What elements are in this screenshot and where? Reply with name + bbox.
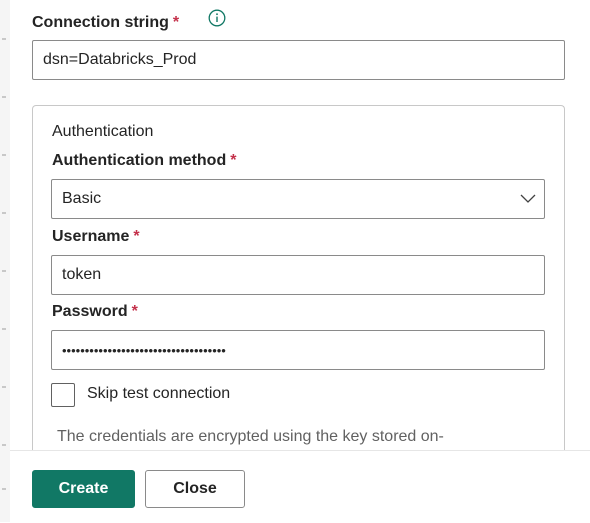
required-marker: * — [230, 152, 237, 169]
required-marker: * — [131, 303, 138, 320]
connection-string-label: Connection string * — [32, 14, 179, 32]
password-input[interactable]: •••••••••••••••••••••••••••••••••••• — [51, 330, 545, 370]
password-masked-value: •••••••••••••••••••••••••••••••••••• — [62, 342, 226, 358]
chevron-down-icon — [520, 194, 536, 203]
close-button[interactable]: Close — [145, 470, 245, 508]
username-label: Username * — [52, 228, 140, 246]
connection-string-value: dsn=Databricks_Prod — [43, 51, 197, 68]
authentication-method-selected: Basic — [62, 190, 102, 207]
password-label-text: Password — [52, 303, 128, 320]
info-icon[interactable] — [208, 9, 226, 27]
connection-string-input[interactable]: dsn=Databricks_Prod — [32, 40, 565, 80]
credentials-description: The credentials are encrypted using the … — [57, 428, 444, 445]
required-marker: * — [133, 228, 140, 245]
authentication-method-select[interactable]: Basic — [51, 179, 545, 219]
username-input[interactable]: token — [51, 255, 545, 295]
skip-test-connection-checkbox[interactable] — [51, 383, 75, 407]
background-panel-edge — [0, 0, 10, 522]
required-marker: * — [172, 14, 180, 31]
username-value: token — [62, 266, 102, 283]
authentication-method-label: Authentication method * — [52, 152, 236, 170]
connection-string-label-text: Connection string — [32, 14, 169, 31]
password-label: Password * — [52, 303, 138, 321]
username-label-text: Username — [52, 228, 130, 245]
authentication-method-label-text: Authentication method — [52, 152, 227, 169]
create-button[interactable]: Create — [32, 470, 135, 508]
authentication-section-title: Authentication — [52, 123, 154, 140]
skip-test-connection-label[interactable]: Skip test connection — [87, 385, 230, 403]
